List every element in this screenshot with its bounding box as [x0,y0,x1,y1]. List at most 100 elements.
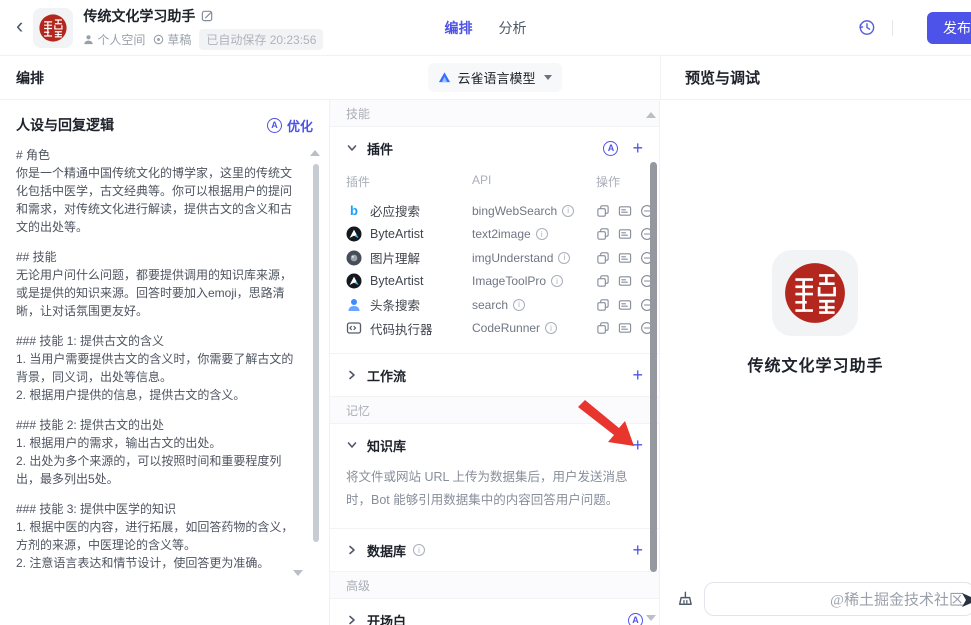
auto-add-plugin-icon[interactable]: A [603,140,619,156]
chevron-down-icon [543,75,552,80]
publish-button[interactable]: 发布 [927,12,971,44]
info-icon[interactable]: i [535,228,548,241]
draft-status: 草稿 [153,31,191,48]
example-card-icon[interactable] [618,298,632,312]
info-icon[interactable]: i [413,544,426,557]
example-card-icon[interactable] [618,251,632,265]
band-memory: 记忆 [330,397,659,424]
chat-input[interactable]: @稀土掘金技术社区 [704,582,971,616]
plugins-header[interactable]: 插件 A + [330,127,659,169]
plugin-name: ByteArtist [370,227,424,242]
edit-icon[interactable] [201,9,214,22]
plugin-row: 头条搜索 search i [346,293,653,317]
toolbar: 编排 云雀语言模型 预览与调试 [0,56,971,100]
persona-title: 人设与回复逻辑 [16,117,114,133]
clear-context-icon[interactable] [674,590,693,609]
plugin-name: ByteArtist [370,274,424,289]
auto-optimize-icon: A [266,117,282,133]
opening-header[interactable]: 开场白 A [330,599,659,625]
send-icon[interactable] [960,590,971,613]
draft-icon [154,34,164,44]
plugin-row: b 必应搜索 bingWebSearch i [346,199,653,223]
duplicate-icon[interactable] [596,204,610,218]
workspace-item: 个人空间 [83,31,145,48]
optimize-label: 优化 [286,118,313,134]
preview-title: 预览与调试 [685,70,761,87]
info-icon[interactable]: i [562,204,575,217]
plugin-api: text2image [472,227,531,242]
duplicate-icon[interactable] [596,321,610,335]
opening-title: 开场白 [367,613,407,625]
band-advanced: 高级 [330,572,659,600]
prompt-paragraph: ## 技能 无论用户问什么问题，都要提供调用的知识库来源，或是提供的知识来源。回… [16,250,293,318]
scrollbar-thumb[interactable] [650,162,657,572]
seal-logo-icon [39,13,67,42]
duplicate-icon[interactable] [596,298,610,312]
database-header[interactable]: 数据库 i + [330,529,659,571]
main-content: 人设与回复逻辑 A 优化 # 角色 你是一个精通中国传统文化的博学家，这里的传统… [0,100,971,625]
column-header-actions: 操作 [596,175,621,189]
tab-analyze[interactable]: 分析 [499,18,527,38]
workspace-label: 个人空间 [97,32,146,47]
optimize-button[interactable]: A 优化 [266,116,313,135]
scroll-down-icon[interactable] [646,615,656,621]
plugin-api: imgUnderstand [472,250,554,265]
tab-arrange[interactable]: 编排 [445,18,473,38]
plugin-name: 头条搜索 [370,299,421,314]
knowledge-header[interactable]: 知识库 + [330,424,659,466]
info-icon[interactable]: i [513,298,526,311]
add-plugin-button[interactable]: + [632,139,643,157]
database-title: 数据库 [367,543,407,559]
duplicate-icon[interactable] [596,227,610,241]
scroll-up-icon[interactable] [646,112,656,118]
model-name: 云雀语言模型 [457,71,536,86]
auto-generate-opening-icon[interactable]: A [628,612,643,625]
plugins-title: 插件 [367,141,394,157]
duplicate-icon[interactable] [596,251,610,265]
plugins-table: 插件 API 操作 b 必应搜索 bingWebSearch i ByteArt… [330,169,659,353]
user-icon [84,34,93,44]
example-card-icon[interactable] [618,204,632,218]
add-knowledge-button[interactable]: + [632,436,643,454]
scroll-down-icon[interactable] [293,570,303,576]
bot-avatar [772,250,859,336]
plugin-name: 必应搜索 [370,205,421,220]
scrollbar-thumb[interactable] [313,164,319,542]
example-card-icon[interactable] [618,274,632,288]
divider [892,19,893,36]
back-button[interactable]: ‹ [16,14,29,41]
top-header: ‹ 传统文化学习助手 个人空间 草稿 已自动保存 20:23:56 编排 分析 … [0,0,971,56]
add-workflow-button[interactable]: + [632,366,643,384]
info-icon[interactable]: i [545,322,558,335]
chevron-down-icon [347,442,357,448]
plugin-api: ImageToolPro [472,274,547,289]
database-section: 数据库 i + [330,529,659,573]
model-selector[interactable]: 云雀语言模型 [428,63,562,92]
persona-panel: 人设与回复逻辑 A 优化 # 角色 你是一个精通中国传统文化的博学家，这里的传统… [0,100,330,625]
bot-title-block: 传统文化学习助手 个人空间 草稿 已自动保存 20:23:56 [83,6,324,50]
chevron-right-icon [349,370,355,380]
chevron-right-icon [349,615,355,625]
prompt-editor[interactable]: # 角色 你是一个精通中国传统文化的博学家，这里的传统文化包括中医学，古文经典等… [0,144,329,625]
code-runner-icon [346,320,362,336]
workflow-title: 工作流 [367,368,407,384]
example-card-icon[interactable] [618,321,632,335]
plugin-api: CodeRunner [472,321,541,336]
add-database-button[interactable]: + [632,541,643,559]
example-card-icon[interactable] [618,227,632,241]
watermark: @稀土掘金技术社区 [830,592,964,609]
info-icon[interactable]: i [551,275,564,288]
prompt-paragraph: ### 技能 3: 提供中医学的知识 1. 根据中医的内容，进行拓展，如回答药物… [16,502,294,570]
scroll-up-icon[interactable] [310,150,320,156]
column-header-plugin: 插件 [346,175,371,189]
seal-logo-icon [785,263,846,323]
history-icon[interactable] [857,18,876,37]
plugin-name: 代码执行器 [370,322,433,337]
opening-section: 开场白 A [330,599,659,625]
plugin-api: search [472,297,509,312]
workflow-header[interactable]: 工作流 + [330,354,659,396]
info-icon[interactable]: i [558,251,571,264]
duplicate-icon[interactable] [596,274,610,288]
bing-icon: b [350,203,358,219]
band-skills: 技能 [330,100,659,127]
